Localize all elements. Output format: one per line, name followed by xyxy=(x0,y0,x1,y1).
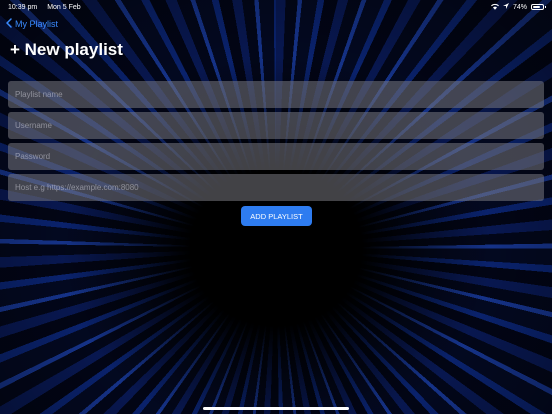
back-label: My Playlist xyxy=(15,19,59,29)
playlist-name-input[interactable] xyxy=(8,81,544,108)
battery-percent: 74% xyxy=(512,3,527,11)
battery-icon xyxy=(531,4,546,10)
back-button[interactable]: My Playlist xyxy=(6,18,58,30)
home-indicator[interactable] xyxy=(203,407,349,410)
status-bar: 10:39 pm Mon 5 Feb 74% xyxy=(0,0,552,14)
username-input[interactable] xyxy=(8,112,544,139)
password-input[interactable] xyxy=(8,143,544,170)
playlist-form xyxy=(8,81,544,205)
location-icon xyxy=(502,2,509,12)
add-playlist-button[interactable]: ADD PLAYLIST xyxy=(241,206,312,226)
wifi-icon xyxy=(491,3,499,12)
page-title: + New playlist xyxy=(10,40,123,59)
status-date: Mon 5 Feb xyxy=(47,3,81,11)
status-time: 10:39 pm xyxy=(8,3,38,11)
host-input[interactable] xyxy=(8,174,544,201)
chevron-left-icon xyxy=(6,18,12,30)
battery-level xyxy=(533,6,540,8)
